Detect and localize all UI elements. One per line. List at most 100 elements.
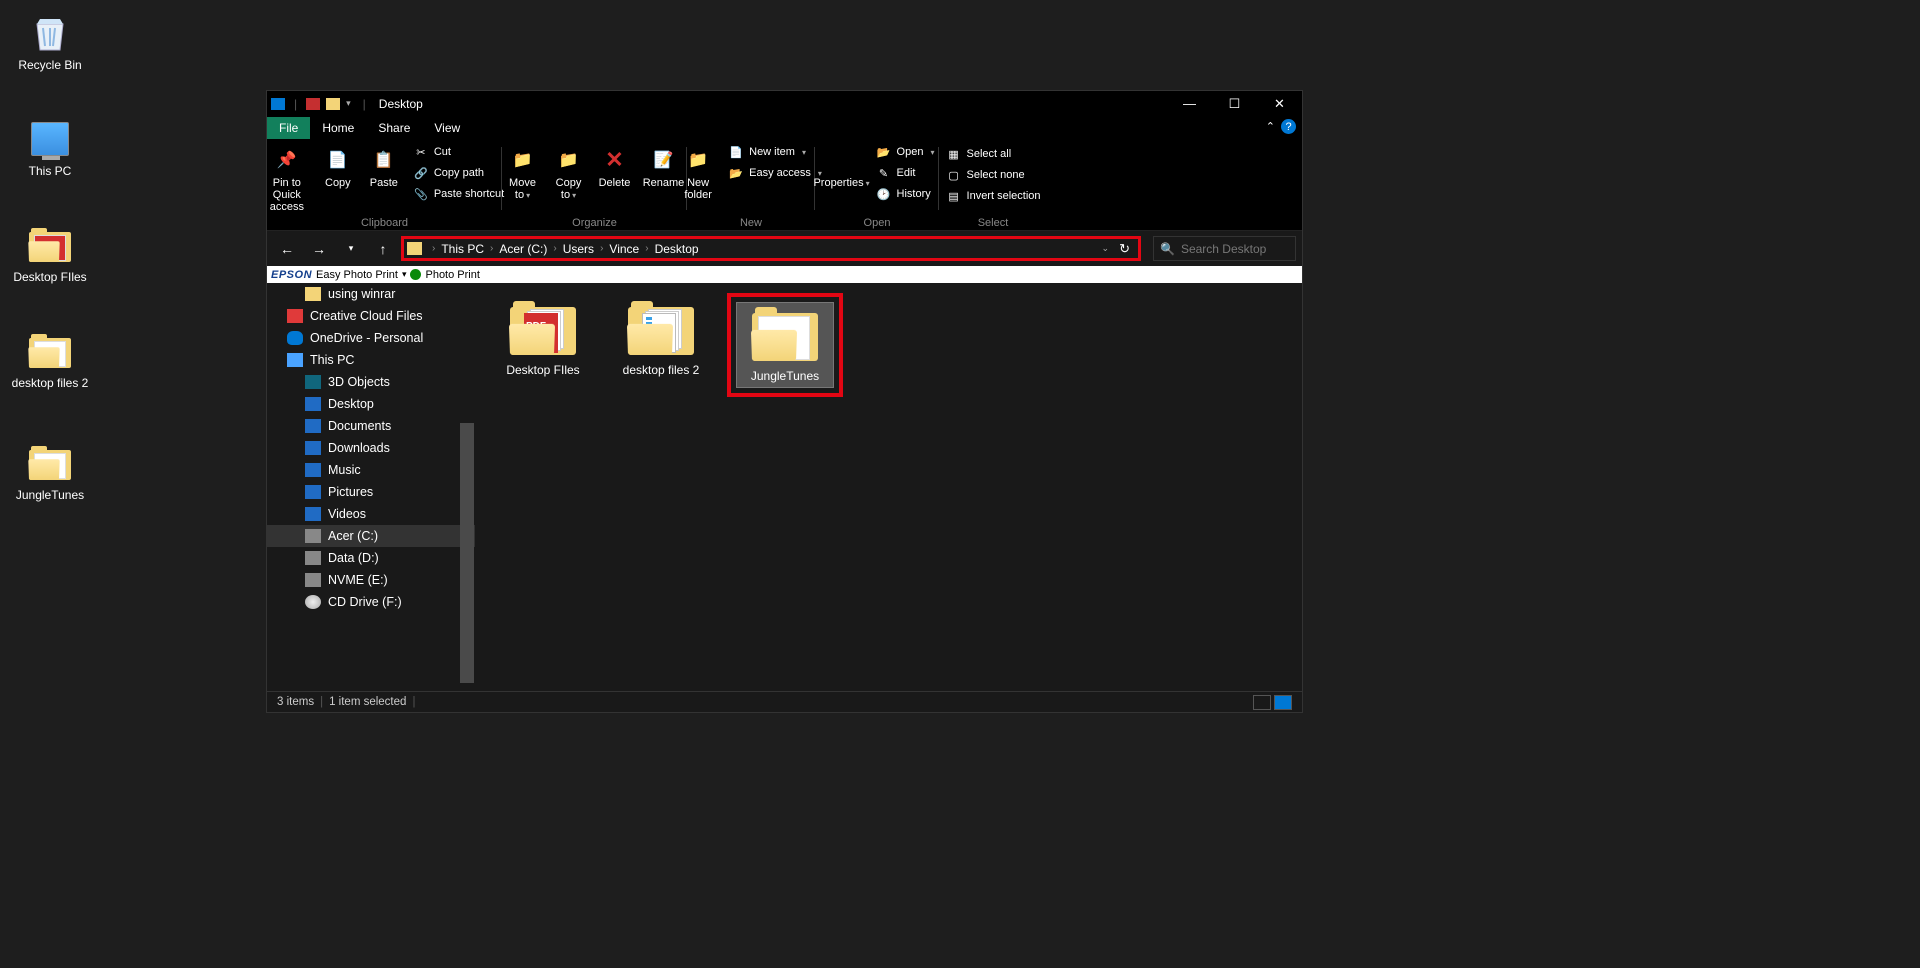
folder-item[interactable]: desktop files 2 — [613, 297, 709, 381]
sidebar-item[interactable]: This PC — [267, 349, 475, 371]
sidebar-item[interactable]: OneDrive - Personal — [267, 327, 475, 349]
sidebar-item[interactable]: Creative Cloud Files — [267, 305, 475, 327]
new-item-icon: 📄 — [728, 144, 744, 160]
dropdown-icon[interactable]: ▾ — [402, 269, 407, 280]
sidebar-item[interactable]: using winrar — [267, 283, 475, 305]
folder-item[interactable]: JungleTunes — [737, 303, 833, 387]
sidebar-item-label: OneDrive - Personal — [310, 331, 423, 345]
explorer-window: | ▾ | Desktop ― ☐ ✕ File Home Share View… — [266, 90, 1303, 713]
desktop-icon-recycle-bin[interactable]: Recycle Bin — [10, 12, 90, 72]
sidebar-item-label: Creative Cloud Files — [310, 309, 423, 323]
desktop-icon-label: Desktop FIles — [13, 270, 86, 284]
sidebar-item-icon — [305, 397, 321, 411]
desktop-icon-this-pc[interactable]: This PC — [10, 118, 90, 178]
sidebar-item-icon — [287, 331, 303, 345]
epson-easy-label[interactable]: Easy Photo Print — [316, 269, 398, 281]
maximize-button[interactable]: ☐ — [1212, 91, 1257, 116]
recent-dropdown[interactable]: ▾ — [337, 235, 365, 263]
open-button[interactable]: 📂Open▾ — [872, 142, 939, 162]
file-view[interactable]: PDFDesktop FIles desktop files 2 JungleTun… — [475, 283, 1302, 691]
address-bar-highlight: › This PC › Acer (C:) › Users › Vince › … — [401, 236, 1141, 261]
sidebar-item[interactable]: Documents — [267, 415, 475, 437]
paste-button[interactable]: 📋Paste — [363, 142, 405, 216]
up-button[interactable]: ↑ — [369, 235, 397, 263]
chevron-right-icon[interactable]: › — [641, 243, 652, 254]
breadcrumb-item[interactable]: Vince — [607, 242, 641, 256]
group-label-organize: Organize — [502, 217, 687, 229]
large-icons-view-toggle[interactable] — [1274, 695, 1292, 710]
details-view-toggle[interactable] — [1253, 695, 1271, 710]
breadcrumb-item[interactable]: This PC — [439, 242, 486, 256]
breadcrumb-item[interactable]: Acer (C:) — [497, 242, 549, 256]
qat-dropdown-icon[interactable]: ▾ — [346, 98, 351, 109]
sidebar-item-label: Pictures — [328, 485, 373, 499]
search-input[interactable]: 🔍 Search Desktop — [1153, 236, 1296, 261]
tab-view[interactable]: View — [422, 117, 472, 139]
address-bar[interactable]: › This PC › Acer (C:) › Users › Vince › … — [407, 239, 1094, 258]
sidebar-item[interactable]: Desktop — [267, 393, 475, 415]
sidebar-item[interactable]: CD Drive (F:) — [267, 591, 475, 613]
refresh-icon[interactable]: ↻ — [1119, 241, 1130, 257]
group-label-clipboard: Clipboard — [267, 217, 502, 229]
folder-item[interactable]: PDFDesktop FIles — [495, 297, 591, 381]
breadcrumb-item[interactable]: Desktop — [653, 242, 701, 256]
close-button[interactable]: ✕ — [1257, 91, 1302, 116]
back-button[interactable]: ← — [273, 235, 301, 263]
qat-folder-icon[interactable] — [326, 98, 340, 110]
pin-icon: 📌 — [272, 145, 302, 175]
collapse-ribbon-icon[interactable]: ⌃ — [1266, 120, 1275, 133]
tab-file[interactable]: File — [267, 117, 310, 139]
desktop-icon-folder[interactable]: JungleTunes — [10, 442, 90, 502]
chevron-right-icon[interactable]: › — [486, 243, 497, 254]
sidebar-item[interactable]: 3D Objects — [267, 371, 475, 393]
delete-button[interactable]: ✕Delete — [594, 142, 636, 204]
history-button[interactable]: 🕑History — [872, 184, 939, 204]
chevron-right-icon[interactable]: › — [428, 243, 439, 254]
tab-home[interactable]: Home — [310, 117, 366, 139]
properties-button[interactable]: ✔Properties▾ — [816, 142, 868, 204]
chevron-right-icon[interactable]: › — [596, 243, 607, 254]
tab-share[interactable]: Share — [366, 117, 422, 139]
breadcrumb-item[interactable]: Users — [561, 242, 596, 256]
address-dropdown-icon[interactable]: ⌄ — [1102, 243, 1110, 254]
item-name: Desktop FIles — [506, 363, 579, 377]
cut-button[interactable]: ✂Cut — [409, 142, 508, 162]
status-selected: 1 item selected — [329, 696, 406, 708]
navigation-sidebar[interactable]: using winrar Creative Cloud Files OneDrive… — [267, 283, 475, 691]
sidebar-item[interactable]: Music — [267, 459, 475, 481]
qat-icon[interactable] — [306, 98, 320, 110]
help-icon[interactable]: ? — [1281, 119, 1296, 134]
titlebar[interactable]: | ▾ | Desktop ― ☐ ✕ — [267, 91, 1302, 116]
new-item-button[interactable]: 📄New item▾ — [724, 142, 826, 162]
copy-path-button[interactable]: 🔗Copy path — [409, 163, 508, 183]
desktop-icon-folder[interactable]: Desktop FIles — [10, 224, 90, 284]
new-folder-button[interactable]: 📁New folder — [676, 142, 720, 204]
epson-toolbar[interactable]: EPSON Easy Photo Print ▾ Photo Print — [267, 266, 1302, 283]
chevron-right-icon[interactable]: › — [549, 243, 560, 254]
easy-access-button[interactable]: 📂Easy access▾ — [724, 163, 826, 183]
sidebar-item[interactable]: Videos — [267, 503, 475, 525]
desktop-icon-folder[interactable]: desktop files 2 — [10, 330, 90, 390]
invert-selection-button[interactable]: ▤Invert selection — [942, 186, 1045, 206]
select-none-icon: ▢ — [946, 167, 962, 183]
move-to-button[interactable]: 📁Move to▾ — [502, 142, 544, 204]
sidebar-item-icon — [305, 463, 321, 477]
forward-button[interactable]: → — [305, 235, 333, 263]
copy-to-button[interactable]: 📁Copy to▾ — [548, 142, 590, 204]
paste-shortcut-button[interactable]: 📎Paste shortcut — [409, 184, 508, 204]
sidebar-item[interactable]: NVME (E:) — [267, 569, 475, 591]
sidebar-item[interactable]: Pictures — [267, 481, 475, 503]
sidebar-item-icon — [305, 419, 321, 433]
select-all-button[interactable]: ▦Select all — [942, 144, 1045, 164]
select-none-button[interactable]: ▢Select none — [942, 165, 1045, 185]
edit-button[interactable]: ✎Edit — [872, 163, 939, 183]
pin-quick-access-button[interactable]: 📌Pin to Quick access — [261, 142, 313, 216]
copy-button[interactable]: 📄Copy — [317, 142, 359, 216]
sidebar-item[interactable]: Data (D:) — [267, 547, 475, 569]
minimize-button[interactable]: ― — [1167, 91, 1212, 116]
scrollbar-thumb[interactable] — [460, 423, 474, 683]
sidebar-item[interactable]: Acer (C:) — [267, 525, 475, 547]
sidebar-item-label: Videos — [328, 507, 366, 521]
epson-photo-label[interactable]: Photo Print — [425, 269, 479, 281]
sidebar-item[interactable]: Downloads — [267, 437, 475, 459]
